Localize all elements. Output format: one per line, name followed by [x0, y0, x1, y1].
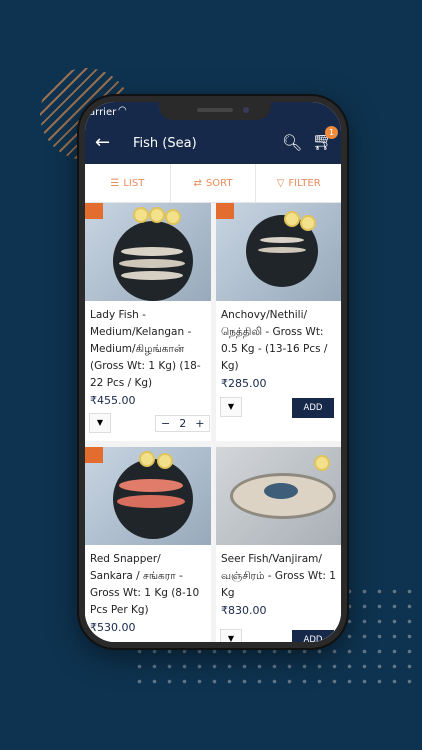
- product-name: Lady Fish - Medium/Kelangan - Medium/கிழ…: [90, 309, 201, 389]
- phone-screen: arrier ◠ ← Fish (Sea) 🔍︎ 🛒︎ 1 ☰ LIST ⇄ SOR…: [85, 102, 341, 642]
- filter-button[interactable]: ▽ FILTER: [256, 164, 341, 202]
- product-image: [85, 203, 211, 301]
- phone-notch: [159, 102, 271, 120]
- product-card[interactable]: Red Snapper/ Sankara / சங்கரா - Gross Wt…: [85, 447, 211, 642]
- list-icon: ☰: [110, 177, 120, 189]
- product-card[interactable]: Lady Fish - Medium/Kelangan - Medium/கிழ…: [85, 203, 211, 441]
- status-bar: arrier ◠: [85, 102, 341, 124]
- decrement-button[interactable]: −: [161, 417, 170, 430]
- sort-icon: ⇄: [193, 177, 202, 189]
- chevron-down-icon: ▼: [227, 634, 235, 642]
- sort-button[interactable]: ⇄ SORT: [171, 164, 257, 202]
- app-bar: ← Fish (Sea) 🔍︎ 🛒︎ 1: [85, 124, 341, 164]
- product-price: ₹530.00: [90, 621, 136, 634]
- add-to-cart-button[interactable]: ADD: [292, 630, 334, 642]
- add-to-cart-button[interactable]: ADD: [292, 398, 334, 418]
- carrier-label: arrier: [89, 107, 117, 118]
- variant-dropdown[interactable]: ▼: [220, 629, 242, 642]
- product-image: [216, 447, 341, 545]
- list-button[interactable]: ☰ LIST: [85, 164, 171, 202]
- product-name: Seer Fish/Vanjiram/ வஞ்சிரம் - Gross Wt:…: [221, 553, 336, 599]
- filter-label: FILTER: [288, 177, 321, 189]
- product-card[interactable]: Anchovy/Nethili/ நெத்திலி - Gross Wt: 0.…: [216, 203, 341, 441]
- product-grid: Lady Fish - Medium/Kelangan - Medium/கிழ…: [85, 203, 341, 642]
- variant-dropdown[interactable]: ▼: [89, 413, 111, 433]
- search-icon[interactable]: 🔍︎: [282, 133, 302, 152]
- chevron-down-icon: ▼: [227, 402, 235, 411]
- chevron-down-icon: ▼: [96, 418, 104, 427]
- product-card[interactable]: Seer Fish/Vanjiram/ வஞ்சிரம் - Gross Wt:…: [216, 447, 341, 642]
- phone-frame: arrier ◠ ← Fish (Sea) 🔍︎ 🛒︎ 1 ☰ LIST ⇄ SOR…: [79, 96, 347, 648]
- product-price: ₹830.00: [221, 604, 267, 617]
- product-name: Red Snapper/ Sankara / சங்கரா - Gross Wt…: [90, 553, 200, 616]
- product-price: ₹285.00: [221, 377, 267, 390]
- increment-button[interactable]: +: [195, 417, 204, 430]
- quantity-value: 2: [179, 417, 187, 430]
- page-title: Fish (Sea): [133, 136, 197, 151]
- filter-icon: ▽: [276, 177, 285, 189]
- quantity-stepper[interactable]: − 2 +: [155, 415, 211, 432]
- variant-dropdown[interactable]: ▼: [220, 397, 242, 417]
- cart-badge: 1: [325, 126, 338, 139]
- sort-label: SORT: [205, 177, 233, 189]
- product-name: Anchovy/Nethili/ நெத்திலி - Gross Wt: 0.…: [221, 309, 328, 372]
- product-image: [216, 203, 341, 301]
- wifi-icon: ◠: [118, 105, 127, 116]
- product-price: ₹455.00: [90, 394, 136, 407]
- product-image: [85, 447, 211, 545]
- back-arrow-icon[interactable]: ←: [95, 132, 110, 153]
- list-toolbar: ☰ LIST ⇄ SORT ▽ FILTER: [85, 164, 341, 203]
- list-label: LIST: [123, 177, 145, 189]
